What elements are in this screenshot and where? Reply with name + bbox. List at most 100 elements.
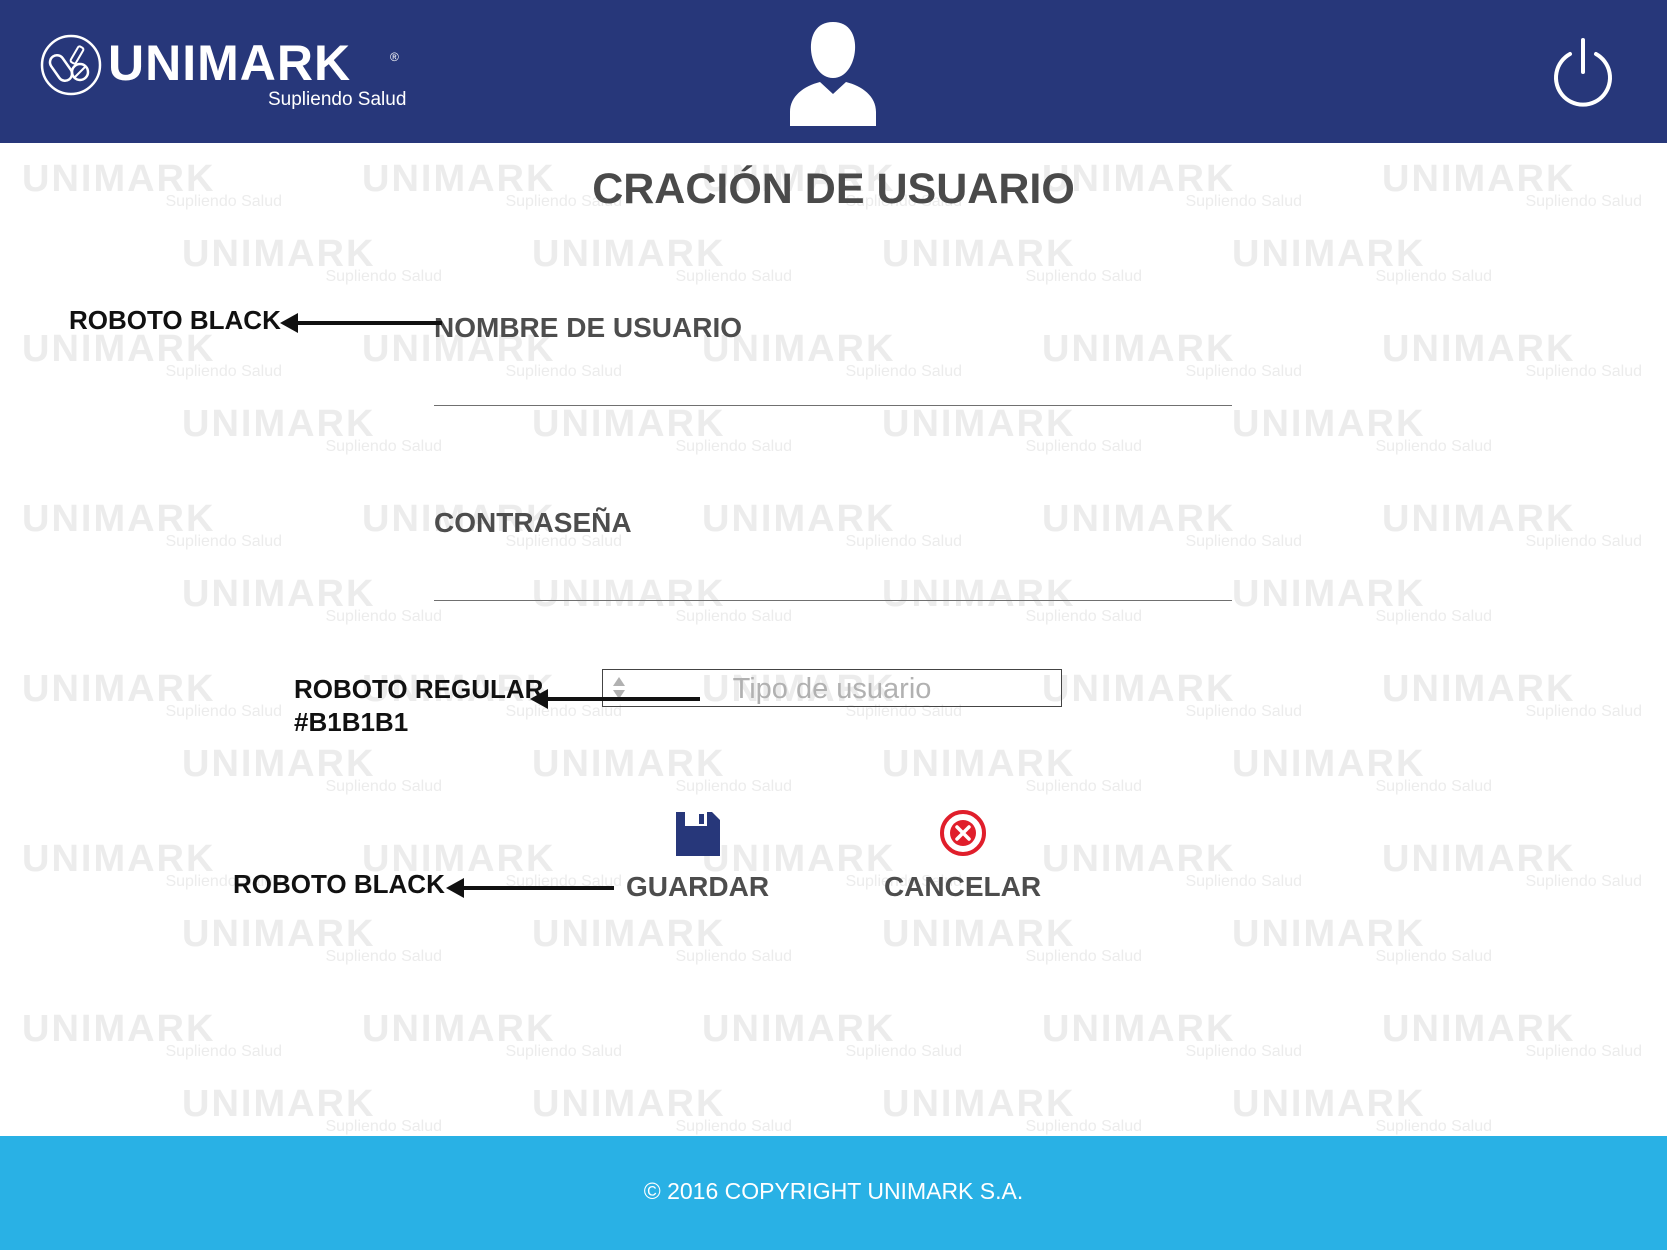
watermark-tagline: Supliendo Salud: [1525, 873, 1642, 890]
watermark-tagline: Supliendo Salud: [1025, 948, 1142, 965]
watermark-logo: UNIMARK Supliendo Salud: [1042, 500, 1302, 560]
watermark-tagline: Supliendo Salud: [845, 1043, 962, 1060]
watermark-brand: UNIMARK: [182, 1083, 376, 1125]
watermark-logo: UNIMARK Supliendo Salud: [882, 745, 1142, 805]
watermark-brand: UNIMARK: [702, 498, 896, 540]
cancel-circle-icon: [939, 810, 986, 856]
watermark-tagline: Supliendo Salud: [505, 1043, 622, 1060]
placeholder-font-note: ROBOTO REGULAR #B1B1B1: [294, 673, 543, 738]
watermark-tagline: Supliendo Salud: [325, 948, 442, 965]
watermark-tagline: Supliendo Salud: [325, 1118, 442, 1135]
watermark-brand: UNIMARK: [532, 913, 726, 955]
watermark-tagline: Supliendo Salud: [1025, 1118, 1142, 1135]
watermark-logo: UNIMARK Supliendo Salud: [1382, 670, 1642, 730]
watermark-tagline: Supliendo Salud: [675, 778, 792, 795]
watermark-tagline: Supliendo Salud: [165, 363, 282, 380]
watermark-brand: UNIMARK: [1382, 668, 1576, 710]
watermark-brand: UNIMARK: [182, 573, 376, 615]
watermark-tagline: Supliendo Salud: [1025, 778, 1142, 795]
watermark-logo: UNIMARK Supliendo Salud: [182, 745, 442, 805]
watermark-logo: UNIMARK Supliendo Salud: [532, 915, 792, 975]
power-icon[interactable]: [1552, 38, 1614, 108]
cancel-button[interactable]: CANCELAR: [880, 808, 1045, 901]
watermark-logo: UNIMARK Supliendo Salud: [882, 235, 1142, 295]
watermark-brand: UNIMARK: [182, 233, 376, 275]
watermark-brand: UNIMARK: [882, 233, 1076, 275]
watermark-brand: UNIMARK: [362, 1008, 556, 1050]
logo-tagline: Supliendo Salud: [268, 89, 407, 110]
watermark-tagline: Supliendo Salud: [165, 533, 282, 550]
watermark-logo: UNIMARK Supliendo Salud: [1382, 330, 1642, 390]
username-underline: [434, 405, 1232, 406]
app-header: UNIMARK ® Supliendo Salud: [0, 0, 1667, 143]
watermark-tagline: Supliendo Salud: [1375, 778, 1492, 795]
watermark-tagline: Supliendo Salud: [1525, 1043, 1642, 1060]
placeholder-font-note-line2: #B1B1B1: [294, 706, 409, 737]
password-field[interactable]: [434, 555, 1232, 599]
save-label: GUARDAR: [625, 871, 770, 902]
watermark-tagline: Supliendo Salud: [325, 268, 442, 285]
watermark-brand: UNIMARK: [1232, 913, 1426, 955]
watermark-logo: UNIMARK Supliendo Salud: [1232, 745, 1492, 805]
watermark-brand: UNIMARK: [1382, 328, 1576, 370]
logo-wordmark: UNIMARK: [108, 35, 352, 91]
watermark-logo: UNIMARK Supliendo Salud: [532, 745, 792, 805]
watermark-brand: UNIMARK: [1232, 1083, 1426, 1125]
watermark-brand: UNIMARK: [532, 403, 726, 445]
watermark-tagline: Supliendo Salud: [675, 948, 792, 965]
watermark-brand: UNIMARK: [1232, 403, 1426, 445]
watermark-logo: UNIMARK Supliendo Salud: [22, 1010, 282, 1070]
watermark-tagline: Supliendo Salud: [1185, 703, 1302, 720]
watermark-logo: UNIMARK Supliendo Salud: [1042, 670, 1302, 730]
copyright-text: © 2016 COPYRIGHT UNIMARK S.A.: [643, 1178, 1024, 1204]
annotation-arrow: [280, 313, 442, 333]
watermark-logo: UNIMARK Supliendo Salud: [1382, 500, 1642, 560]
watermark-tagline: Supliendo Salud: [1185, 873, 1302, 890]
watermark-brand: UNIMARK: [532, 743, 726, 785]
username-field[interactable]: [434, 360, 1232, 404]
watermark-logo: UNIMARK Supliendo Salud: [882, 405, 1142, 465]
watermark-tagline: Supliendo Salud: [1185, 533, 1302, 550]
watermark-logo: UNIMARK Supliendo Salud: [1232, 915, 1492, 975]
watermark-brand: UNIMARK: [182, 913, 376, 955]
label-font-note: ROBOTO BLACK: [69, 305, 281, 335]
watermark-brand: UNIMARK: [1382, 498, 1576, 540]
watermark-tagline: Supliendo Salud: [165, 1043, 282, 1060]
watermark-brand: UNIMARK: [532, 233, 726, 275]
annotation-arrow: [530, 689, 700, 709]
watermark-logo: UNIMARK Supliendo Salud: [702, 500, 962, 560]
watermark-tagline: Supliendo Salud: [1375, 948, 1492, 965]
watermark-tagline: Supliendo Salud: [1525, 363, 1642, 380]
watermark-tagline: Supliendo Salud: [845, 533, 962, 550]
watermark-brand: UNIMARK: [1042, 668, 1236, 710]
watermark-logo: UNIMARK Supliendo Salud: [1232, 235, 1492, 295]
watermark-logo: UNIMARK Supliendo Salud: [1232, 1085, 1492, 1136]
watermark-logo: UNIMARK Supliendo Salud: [532, 235, 792, 295]
watermark-logo: UNIMARK Supliendo Salud: [182, 235, 442, 295]
user-icon: [790, 22, 876, 126]
watermark-brand: UNIMARK: [182, 743, 376, 785]
watermark-logo: UNIMARK Supliendo Salud: [1042, 840, 1302, 900]
save-button[interactable]: GUARDAR: [620, 810, 775, 901]
watermark-logo: UNIMARK Supliendo Salud: [1232, 575, 1492, 635]
watermark-brand: UNIMARK: [22, 838, 216, 880]
watermark-brand: UNIMARK: [1232, 743, 1426, 785]
watermark-brand: UNIMARK: [1042, 1008, 1236, 1050]
watermark-tagline: Supliendo Salud: [1025, 438, 1142, 455]
watermark-tagline: Supliendo Salud: [325, 608, 442, 625]
button-font-note: ROBOTO BLACK: [233, 869, 445, 899]
watermark-brand: UNIMARK: [22, 1008, 216, 1050]
watermark-logo: UNIMARK Supliendo Salud: [362, 1010, 622, 1070]
watermark-logo: UNIMARK Supliendo Salud: [1042, 1010, 1302, 1070]
watermark-brand: UNIMARK: [882, 913, 1076, 955]
page-title: CRACIÓN DE USUARIO: [592, 165, 1075, 213]
watermark-logo: UNIMARK Supliendo Salud: [532, 1085, 792, 1136]
password-label: CONTRASEÑA: [434, 507, 632, 538]
cancel-label: CANCELAR: [883, 871, 1042, 902]
watermark-brand: UNIMARK: [882, 403, 1076, 445]
pills-logo-icon: [40, 34, 102, 96]
watermark-logo: UNIMARK Supliendo Salud: [702, 1010, 962, 1070]
watermark-logo: UNIMARK Supliendo Salud: [1382, 1010, 1642, 1070]
watermark-tagline: Supliendo Salud: [1375, 268, 1492, 285]
watermark-logo: UNIMARK Supliendo Salud: [882, 915, 1142, 975]
